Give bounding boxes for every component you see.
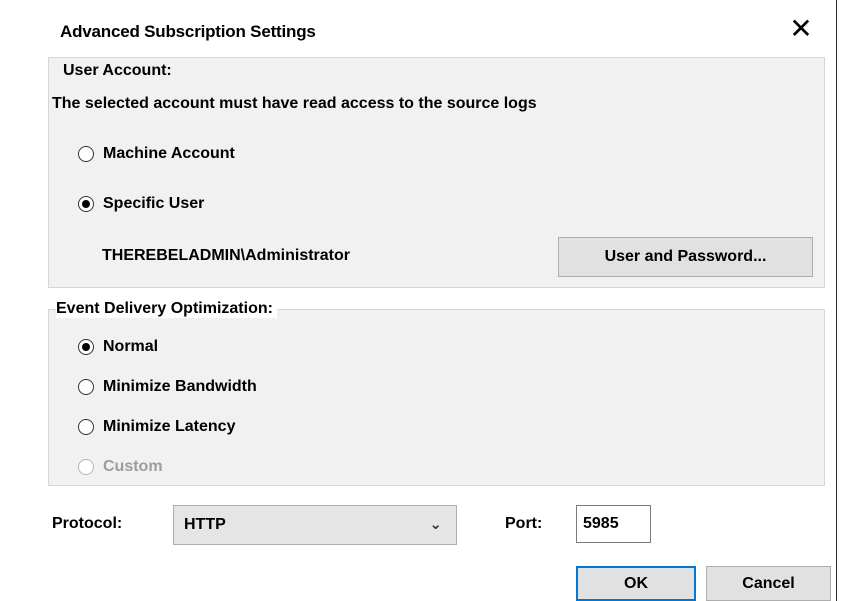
dialog-border	[836, 0, 837, 601]
radio-minimize-latency-label: Minimize Latency	[103, 418, 236, 435]
radio-specific-user-label: Specific User	[103, 195, 205, 212]
port-label: Port:	[505, 515, 543, 532]
advanced-subscription-settings-dialog: Advanced Subscription Settings ✕ User Ac…	[0, 0, 836, 601]
radio-button[interactable]	[78, 196, 94, 212]
chevron-down-icon[interactable]: ⌄	[429, 515, 442, 533]
radio-normal[interactable]: Normal	[78, 338, 158, 356]
radio-custom-label: Custom	[103, 458, 163, 475]
radio-machine-account-label: Machine Account	[103, 145, 235, 162]
radio-button[interactable]	[78, 379, 94, 395]
event-delivery-legend: Event Delivery Optimization:	[56, 300, 277, 318]
protocol-select[interactable]: HTTP ⌄	[173, 505, 457, 545]
protocol-select-value: HTTP	[184, 516, 226, 533]
user-account-legend: User Account:	[63, 62, 176, 80]
radio-button[interactable]	[78, 339, 94, 355]
event-delivery-group	[48, 309, 825, 486]
user-and-password-button[interactable]: User and Password...	[558, 237, 813, 277]
radio-button[interactable]	[78, 146, 94, 162]
radio-normal-label: Normal	[103, 338, 159, 355]
radio-button	[78, 459, 94, 475]
radio-machine-account[interactable]: Machine Account	[78, 145, 235, 163]
protocol-label: Protocol:	[52, 515, 123, 532]
ok-button[interactable]: OK	[576, 566, 696, 601]
port-input[interactable]: 5985	[576, 505, 651, 543]
radio-custom: Custom	[78, 458, 163, 476]
radio-minimize-bandwidth-label: Minimize Bandwidth	[103, 378, 257, 395]
account-name: THEREBELADMIN\Administrator	[102, 247, 351, 264]
radio-specific-user[interactable]: Specific User	[78, 195, 204, 213]
dialog-title: Advanced Subscription Settings	[60, 22, 316, 41]
cancel-button[interactable]: Cancel	[706, 566, 831, 601]
close-icon[interactable]: ✕	[786, 14, 816, 44]
radio-minimize-latency[interactable]: Minimize Latency	[78, 418, 235, 436]
radio-button[interactable]	[78, 419, 94, 435]
user-account-description: The selected account must have read acce…	[52, 95, 537, 112]
radio-minimize-bandwidth[interactable]: Minimize Bandwidth	[78, 378, 257, 396]
